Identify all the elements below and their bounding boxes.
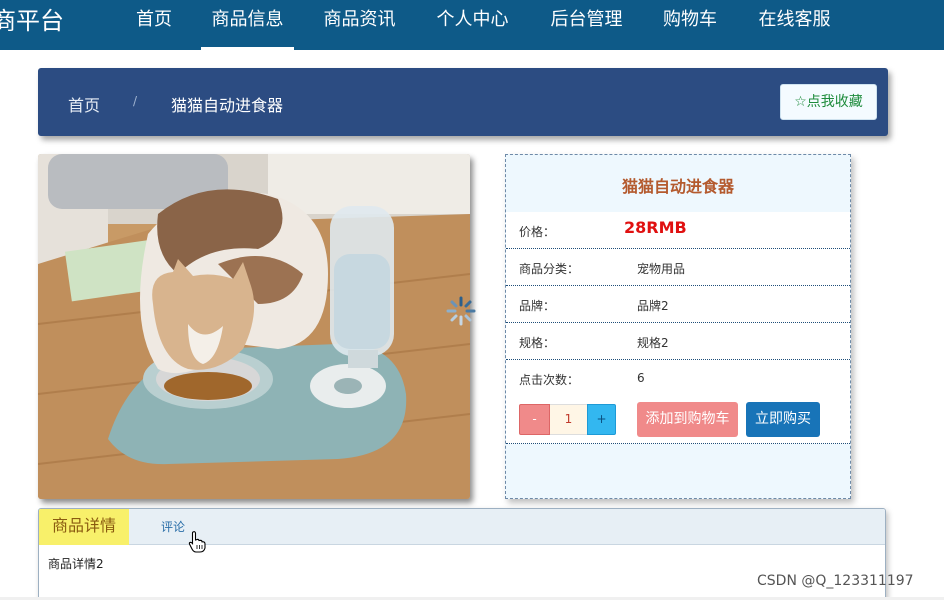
tab-comments[interactable]: 评论 [161,518,185,535]
hand-pointer-icon [188,531,206,553]
brand-value: 品牌2 [637,299,669,313]
favorite-button-label: 点我收藏 [806,94,863,110]
product-info-panel: 猫猫自动进食器 价格： 28RMB 商品分类： 宠物用品 品牌： 品牌2 规格：… [505,154,851,499]
quantity-decrease-button[interactable]: - [519,404,550,435]
clicks-label: 点击次数： [519,373,580,387]
category-row: 商品分类： 宠物用品 [506,249,850,286]
breadcrumb: 首页 / 猫猫自动进食器 ☆点我收藏 [38,68,888,136]
clicks-row: 点击次数： 6 [506,360,850,397]
buy-now-button[interactable]: 立即购买 [746,402,820,437]
purchase-actions: - 1 + 添加到购物车 立即购买 [506,395,850,444]
spec-value: 规格2 [637,336,669,350]
tab-header: 商品详情 评论 [39,509,885,545]
tab-details[interactable]: 商品详情 [39,509,129,545]
nav-item-news[interactable]: 商品资讯 [321,0,398,50]
breadcrumb-home-link[interactable]: 首页 [68,92,100,116]
tab-content: 商品详情2 [48,557,104,571]
product-title: 猫猫自动进食器 [621,177,734,196]
nav-item-home[interactable]: 首页 [134,0,174,50]
spec-row: 规格： 规格2 [506,323,850,360]
add-to-cart-button[interactable]: 添加到购物车 [637,402,738,437]
price-label: 价格： [519,225,556,239]
nav-item-profile[interactable]: 个人中心 [434,0,511,50]
category-value: 宠物用品 [637,262,686,276]
price-row: 价格： 28RMB [506,212,850,249]
price-value: 28RMB [624,218,687,237]
brand-title[interactable]: 商平台 [0,6,64,36]
brand-row: 品牌： 品牌2 [506,286,850,323]
nav-item-support[interactable]: 在线客服 [756,0,833,50]
product-image[interactable] [38,154,470,499]
quantity-input[interactable]: 1 [550,404,587,435]
top-navbar: 商平台 首页 商品信息 商品资讯 个人中心 后台管理 购物车 在线客服 [0,0,944,50]
breadcrumb-current: 猫猫自动进食器 [171,96,284,115]
loading-spinner-icon [446,296,476,326]
nav-item-products[interactable]: 商品信息 [201,0,294,50]
favorite-button[interactable]: ☆点我收藏 [780,84,877,120]
breadcrumb-separator: / [133,94,138,108]
nav-item-cart[interactable]: 购物车 [661,0,719,50]
watermark: CSDN @Q_123311197 [757,573,914,589]
quantity-increase-button[interactable]: + [587,404,616,435]
brand-label: 品牌： [519,299,556,313]
nav-item-admin[interactable]: 后台管理 [548,0,625,50]
spec-label: 规格： [519,336,556,350]
category-label: 商品分类： [519,262,580,276]
clicks-value: 6 [637,371,645,385]
star-outline-icon: ☆ [794,94,807,110]
